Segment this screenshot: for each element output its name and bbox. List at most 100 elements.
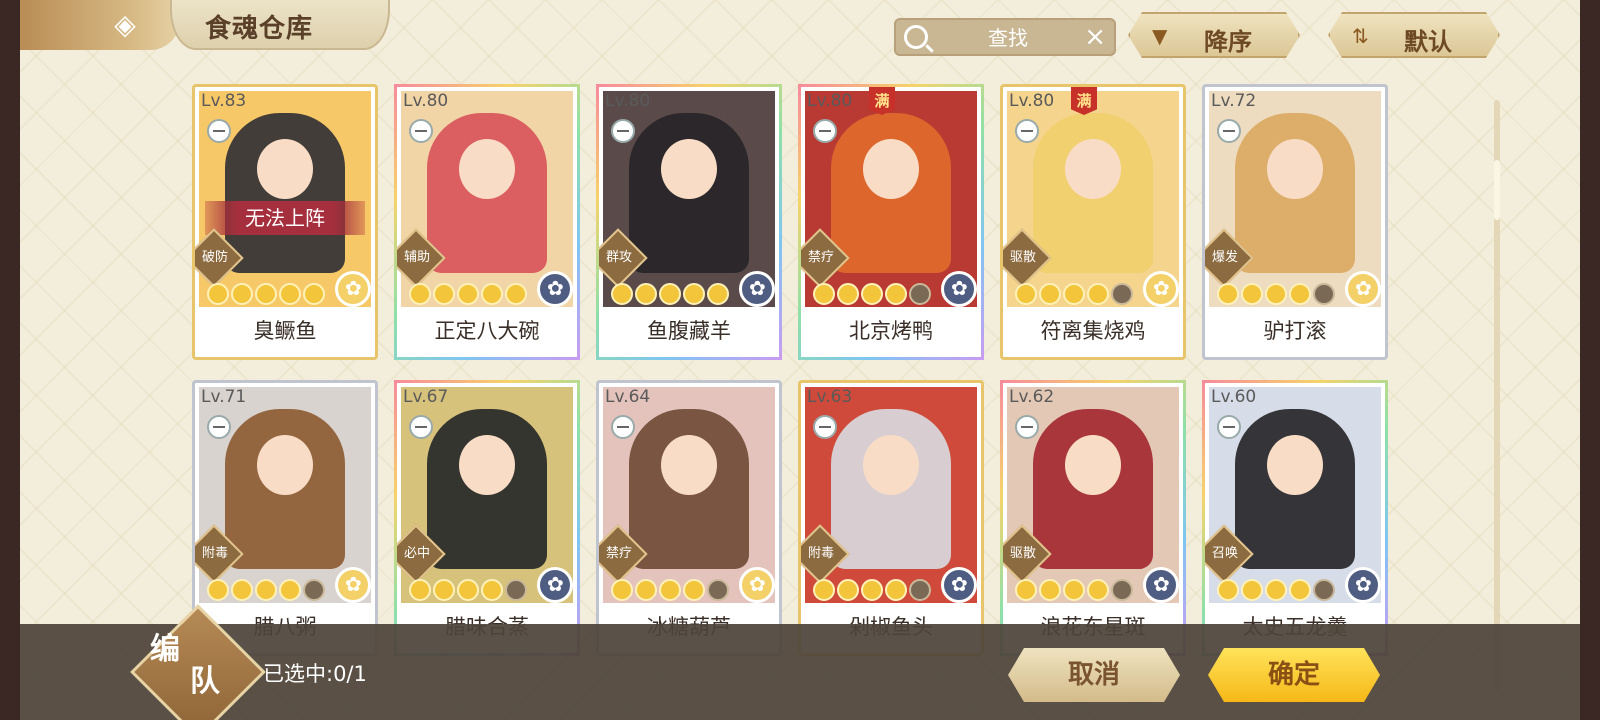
- search-input[interactable]: [938, 24, 1078, 52]
- character-card[interactable]: Lv.63附毒剁椒鱼头: [798, 380, 984, 656]
- card-level: Lv.72: [1211, 91, 1257, 111]
- star-icon: [303, 283, 325, 305]
- star-icon: [1289, 283, 1311, 305]
- minus-circle-icon: [409, 415, 433, 439]
- element-flower-icon: [1345, 567, 1381, 603]
- minus-circle-icon: [207, 415, 231, 439]
- character-card[interactable]: Lv.83 无法上阵破防臭鳜鱼: [192, 84, 378, 360]
- element-flower-icon: [335, 567, 371, 603]
- star-icon: [635, 579, 657, 601]
- star-icon: [813, 283, 835, 305]
- character-card[interactable]: Lv.62驱散浪花东星斑: [1000, 380, 1186, 656]
- minus-circle-icon: [611, 119, 635, 143]
- star-icon: [1015, 579, 1037, 601]
- minus-circle-icon: [409, 119, 433, 143]
- star-rating: [611, 579, 729, 601]
- character-card[interactable]: Lv.80 满禁疗北京烤鸭: [798, 84, 984, 360]
- card-level: Lv.80: [807, 91, 853, 111]
- star-rating: [1015, 579, 1133, 601]
- star-icon: [207, 579, 229, 601]
- star-icon: [409, 579, 431, 601]
- character-name: 符离集烧鸡: [1007, 309, 1179, 353]
- star-icon: [279, 283, 301, 305]
- character-face: [1267, 139, 1323, 199]
- star-icon: [1241, 579, 1263, 601]
- full-badge: 满: [1071, 87, 1097, 115]
- card-level: Lv.67: [403, 387, 449, 407]
- character-face: [661, 435, 717, 495]
- star-rating: [611, 283, 729, 305]
- sort-order-button[interactable]: ▼ 降序: [1128, 12, 1300, 58]
- card-level: Lv.83: [201, 91, 247, 111]
- role-label: 附毒: [807, 546, 834, 561]
- star-icon: [279, 579, 301, 601]
- star-rating: [207, 579, 325, 601]
- character-card[interactable]: Lv.80 辅助正定八大碗: [394, 84, 580, 360]
- star-icon: [505, 579, 527, 601]
- star-icon: [207, 283, 229, 305]
- left-frame-edge: [0, 0, 20, 720]
- star-icon: [457, 283, 479, 305]
- star-icon: [505, 283, 527, 305]
- unavailable-banner: 无法上阵: [205, 201, 365, 235]
- character-card[interactable]: Lv.71附毒腊八粥: [192, 380, 378, 656]
- star-icon: [433, 283, 455, 305]
- star-icon: [611, 579, 633, 601]
- role-label: 驱散: [1009, 546, 1036, 561]
- character-face: [459, 139, 515, 199]
- search-icon: [904, 25, 928, 49]
- sort-mode-button[interactable]: ⇅ 默认: [1328, 12, 1500, 58]
- character-card[interactable]: Lv.80 满驱散符离集烧鸡: [1000, 84, 1186, 360]
- role-label: 驱散: [1009, 250, 1036, 265]
- character-card[interactable]: Lv.64禁疗冰糖葫芦: [596, 380, 782, 656]
- search-box[interactable]: ×: [894, 18, 1116, 56]
- character-face: [257, 435, 313, 495]
- star-icon: [409, 283, 431, 305]
- card-level: Lv.80: [605, 91, 651, 111]
- cancel-button[interactable]: 取消: [1008, 648, 1180, 702]
- clear-search-icon[interactable]: ×: [1084, 22, 1106, 52]
- minus-circle-icon: [611, 415, 635, 439]
- star-rating: [409, 579, 527, 601]
- star-rating: [409, 283, 527, 305]
- character-card[interactable]: Lv.67必中腊味合蒸: [394, 380, 580, 656]
- element-flower-icon: [1143, 271, 1179, 307]
- element-flower-icon: [1143, 567, 1179, 603]
- character-card[interactable]: Lv.72 爆发驴打滚: [1202, 84, 1388, 360]
- minus-circle-icon: [1217, 119, 1241, 143]
- star-icon: [707, 579, 729, 601]
- star-icon: [659, 579, 681, 601]
- star-icon: [885, 579, 907, 601]
- sort-order-label: 降序: [1204, 28, 1252, 56]
- star-rating: [1015, 283, 1133, 305]
- element-flower-icon: [941, 567, 977, 603]
- role-label: 禁疗: [605, 546, 632, 561]
- role-label: 爆发: [1211, 250, 1238, 265]
- character-face: [1267, 435, 1323, 495]
- character-card[interactable]: Lv.60召唤太史五龙羹: [1202, 380, 1388, 656]
- confirm-button[interactable]: 确定: [1208, 648, 1380, 702]
- star-rating: [1217, 283, 1335, 305]
- element-flower-icon: [739, 567, 775, 603]
- star-icon: [1217, 283, 1239, 305]
- star-icon: [683, 579, 705, 601]
- element-flower-icon: [537, 271, 573, 307]
- scrollbar-thumb[interactable]: [1494, 160, 1500, 220]
- star-rating: [1217, 579, 1335, 601]
- star-icon: [1087, 579, 1109, 601]
- element-flower-icon: [537, 567, 573, 603]
- star-icon: [303, 579, 325, 601]
- star-icon: [707, 283, 729, 305]
- star-icon: [659, 283, 681, 305]
- star-icon: [861, 579, 883, 601]
- back-button[interactable]: [20, 0, 180, 50]
- character-card[interactable]: Lv.80 群攻鱼腹藏羊: [596, 84, 782, 360]
- star-icon: [1289, 579, 1311, 601]
- back-arrow-icon[interactable]: ◈: [108, 10, 142, 40]
- full-badge: 满: [869, 87, 895, 115]
- team-label-char-2: 队: [190, 664, 220, 699]
- scrollbar[interactable]: [1494, 100, 1500, 690]
- element-flower-icon: [941, 271, 977, 307]
- character-name: 正定八大碗: [401, 309, 573, 353]
- star-icon: [1039, 283, 1061, 305]
